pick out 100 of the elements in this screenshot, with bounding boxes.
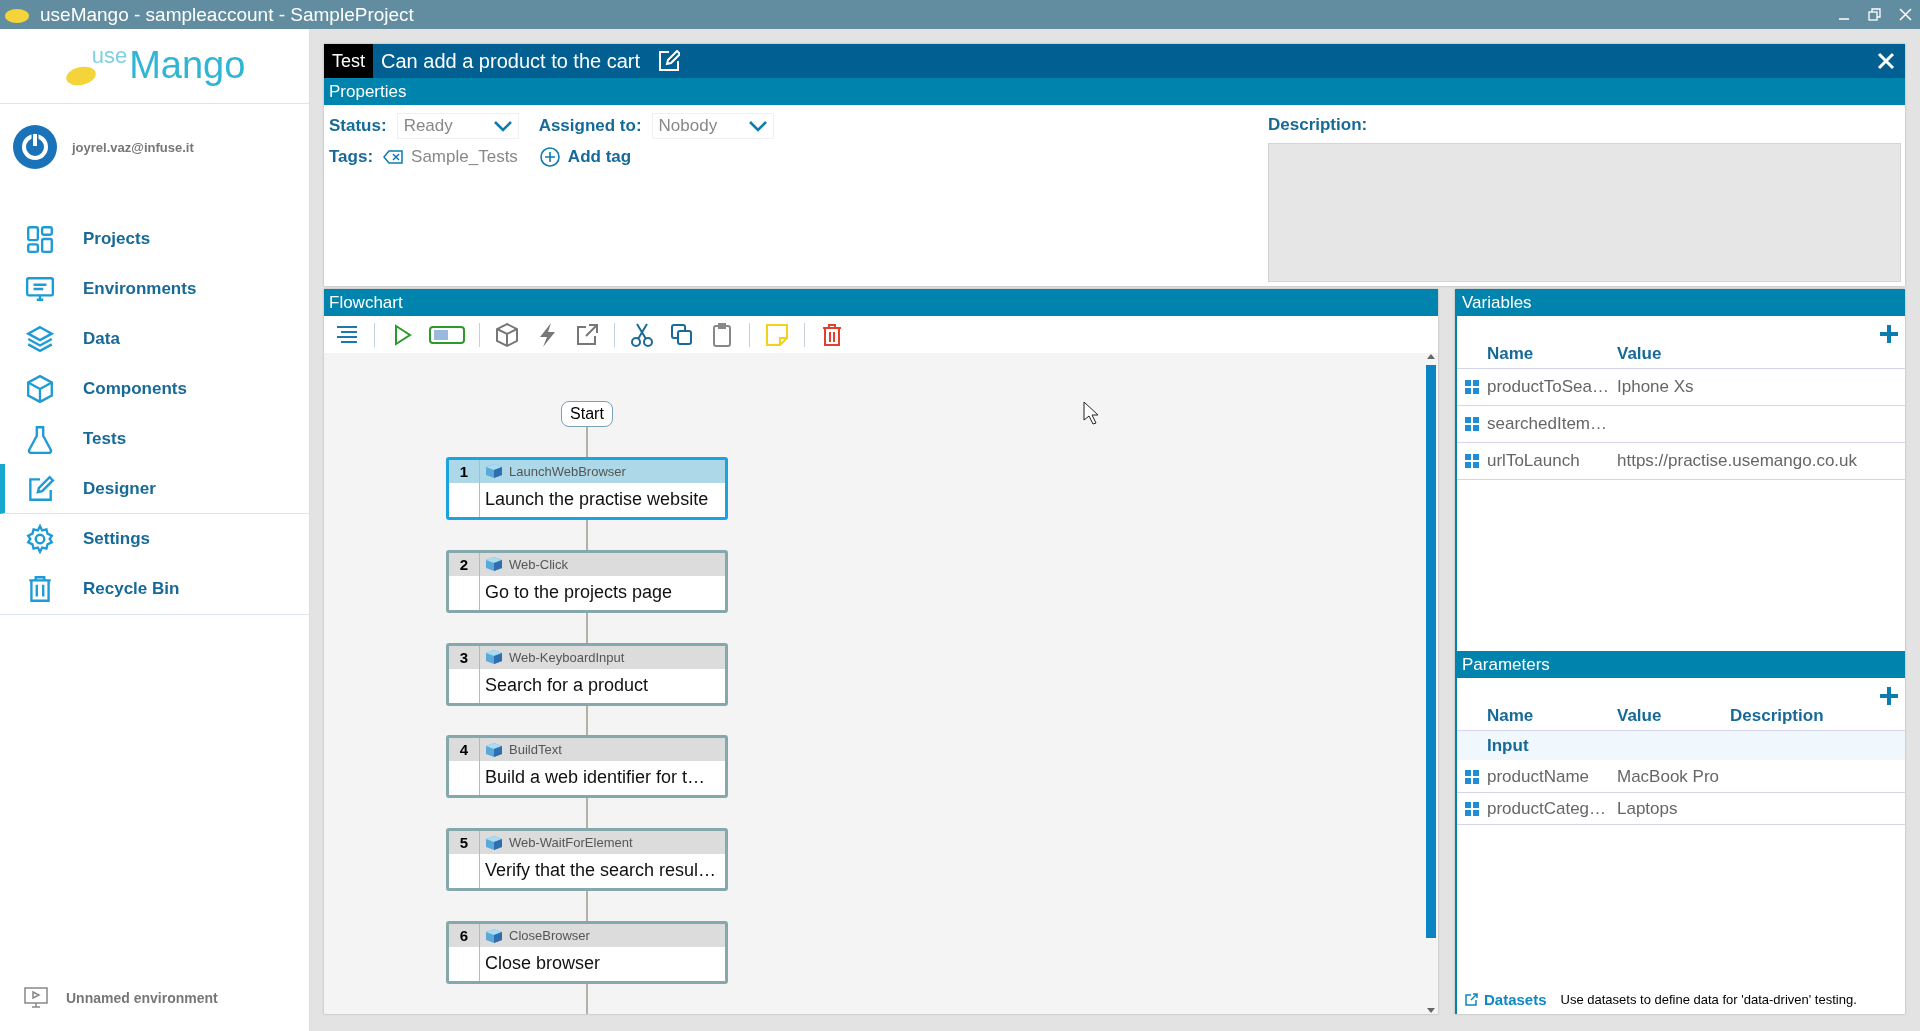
step-node[interactable]: 5 Web-WaitForElement Verify that the search resul… [446,828,728,892]
parameter-name: productCateg… [1487,798,1608,819]
scroll-down-icon[interactable] [1427,1008,1435,1014]
avatar-icon [12,124,58,170]
cube-icon [485,649,503,666]
nav-item[interactable]: Projects [0,214,309,264]
variable-value: Iphone Xs [1617,377,1695,397]
logo-text: Mango [129,43,246,87]
assignee-dropdown[interactable]: Nobody [651,113,774,139]
scrollbar[interactable] [1424,353,1438,1014]
step-description: Search for a product [484,673,650,697]
step-number: 4 [449,738,480,762]
step-number: 5 [449,831,480,855]
status-dropdown[interactable]: Ready [396,113,519,139]
column-header: Description [1730,706,1825,726]
grid-icon [1465,380,1479,394]
column-header: Name [1487,706,1535,726]
step-number: 2 [449,552,480,576]
cube-icon [485,927,503,944]
cube-icon [25,374,55,404]
step-node[interactable]: 1 LaunchWebBrowser Launch the practise website [446,456,728,520]
grid-icon [1465,417,1479,431]
nav-item[interactable]: Data [0,314,309,364]
nav-item[interactable]: Components [0,364,309,414]
restore-icon[interactable] [1868,8,1881,21]
monitor-icon [24,987,48,1009]
cut-icon[interactable] [629,321,655,348]
step-node[interactable]: 3 Web-KeyboardInput Search for a product [446,642,728,706]
layers-icon [25,324,55,354]
variable-value: https://practise.usemango.co.uk [1617,451,1859,471]
cube-icon[interactable] [494,321,520,348]
start-node[interactable]: Start [561,401,613,427]
step-description: Verify that the search resul… [484,859,718,883]
column-header: Value [1617,706,1663,726]
window-title: useMango - sampleaccount - SampleProject [40,3,414,26]
grid-icon [25,224,55,254]
group-label: Input [1487,735,1529,756]
step-description: Go to the projects page [484,580,674,604]
step-action: LaunchWebBrowser [509,463,626,479]
nav-item[interactable]: Environments [0,264,309,314]
section-header: Parameters [1457,651,1905,678]
step-number: 6 [449,924,480,948]
step-action: BuildText [509,742,562,758]
column-header: Value [1617,344,1663,364]
grid-icon [1465,769,1479,784]
variable-name: searchedItem… [1487,414,1608,434]
nav-item[interactable]: Settings [0,514,309,564]
environment-label: Unnamed environment [66,990,218,1006]
description-field[interactable] [1268,143,1901,282]
column-header: Name [1487,344,1535,364]
monitor-icon [25,274,55,304]
pointer-icon [1083,401,1099,425]
add-tag-link[interactable]: Add tag [539,147,632,167]
parameter-value: Laptops [1617,798,1679,819]
add-icon[interactable] [1879,324,1899,344]
step-number: 3 [449,645,480,669]
cube-icon [485,556,503,573]
field-label: Assigned to: [538,116,642,136]
external-link-icon[interactable] [574,321,600,348]
step-description: Close browser [484,952,602,976]
external-link-icon [1465,993,1478,1006]
cube-icon [485,741,503,758]
step-action: Web-WaitForElement [509,835,633,851]
grid-icon [1465,454,1479,468]
copy-icon[interactable] [669,321,695,348]
add-icon[interactable] [1879,686,1899,706]
chevron-icon [748,120,767,132]
test-label: Test [324,44,373,78]
step-description: Launch the practise website [484,487,710,511]
datasets-link[interactable]: Datasets [1465,991,1547,1008]
step-description: Build a web identifier for t… [484,766,707,790]
step-number: 1 [449,459,480,483]
step-action: Web-Click [509,556,568,572]
field-label: Tags: [329,147,374,167]
parameter-value: MacBook Pro [1617,766,1721,787]
section-header: Properties [324,78,1905,105]
parameter-name: productName [1487,766,1591,787]
step-node[interactable]: 6 CloseBrowser Close browser [446,921,728,985]
variable-name: productToSea… [1487,377,1610,397]
user-email: joyrel.vaz@infuse.it [72,139,194,155]
flask-icon [25,424,55,454]
test-title: Can add a product to the cart [381,49,641,73]
step-action: Web-KeyboardInput [509,649,625,665]
section-header: Variables [1457,289,1905,316]
field-label: Description: [1268,115,1369,135]
close-icon[interactable] [1877,52,1895,70]
variable-name: urlToLaunch [1487,451,1581,471]
remove-icon[interactable] [383,150,404,164]
step-node[interactable]: 4 BuildText Build a web identifier for t… [446,735,728,799]
cube-icon [485,834,503,851]
step-node[interactable]: 2 Web-Click Go to the projects page [446,549,728,613]
grid-icon [1465,801,1479,816]
step-action: CloseBrowser [509,928,590,944]
tag-chip[interactable]: Sample_Tests [383,147,518,167]
nav-item[interactable]: Tests [0,414,309,464]
nav-item[interactable]: Designer [0,464,309,514]
nav-item[interactable]: Recycle Bin [0,564,309,614]
edit-icon[interactable] [658,50,681,72]
close-icon[interactable] [1899,8,1912,21]
add-circle-icon [539,147,560,167]
